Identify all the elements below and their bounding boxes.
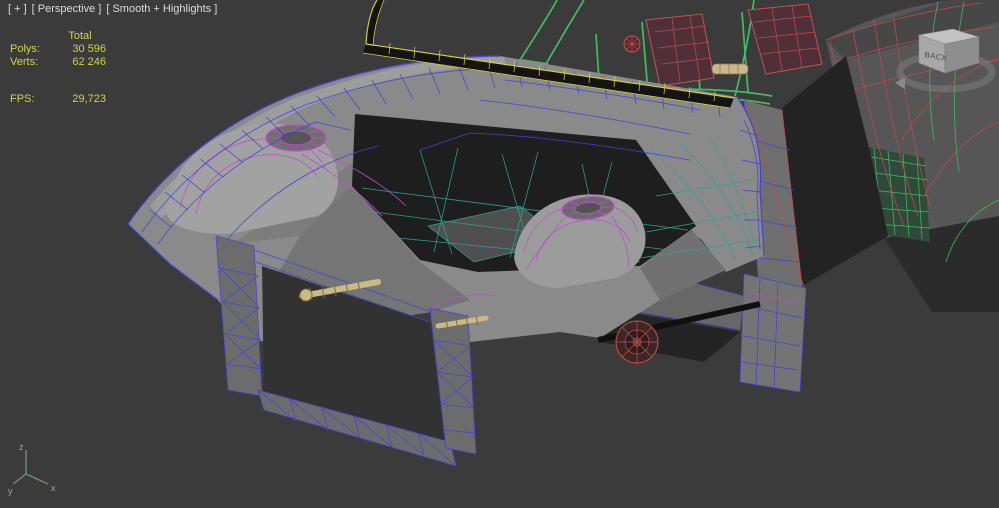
stats-verts-label: Verts: (10, 56, 39, 68)
viewport-pov-menu[interactable]: [ Perspective ] (32, 3, 102, 15)
axis-z-label: z (19, 442, 24, 452)
stats-polys-value: 30 596 (72, 43, 106, 55)
3d-viewport[interactable]: BACK z x y [ + ] [ Perspective ] [ Smooth … (0, 0, 999, 508)
stats-fps-value: 29,723 (72, 93, 106, 105)
axis-y-label: y (8, 486, 13, 496)
stats-fps-label: FPS: (10, 93, 35, 105)
stats-polys-label: Polys: (10, 43, 40, 55)
stats-total-label: Total (68, 30, 92, 42)
axis-x-label: x (51, 483, 56, 493)
stats-spacer (10, 30, 54, 43)
viewport-general-menu[interactable]: [ + ] (8, 3, 27, 15)
brake-disc (615, 320, 659, 364)
shaft-part (711, 63, 749, 75)
stats-verts-value: 62 246 (72, 56, 106, 68)
viewport-scene: BACK z x y (0, 0, 999, 508)
viewport-shading-menu[interactable]: [ Smooth + Highlights ] (106, 3, 217, 15)
statistics-overlay: Total Polys: 30 596 Verts: 62 246 FPS: 2… (10, 30, 106, 106)
viewport-label: [ + ] [ Perspective ] [ Smooth + Highlight… (8, 3, 222, 15)
